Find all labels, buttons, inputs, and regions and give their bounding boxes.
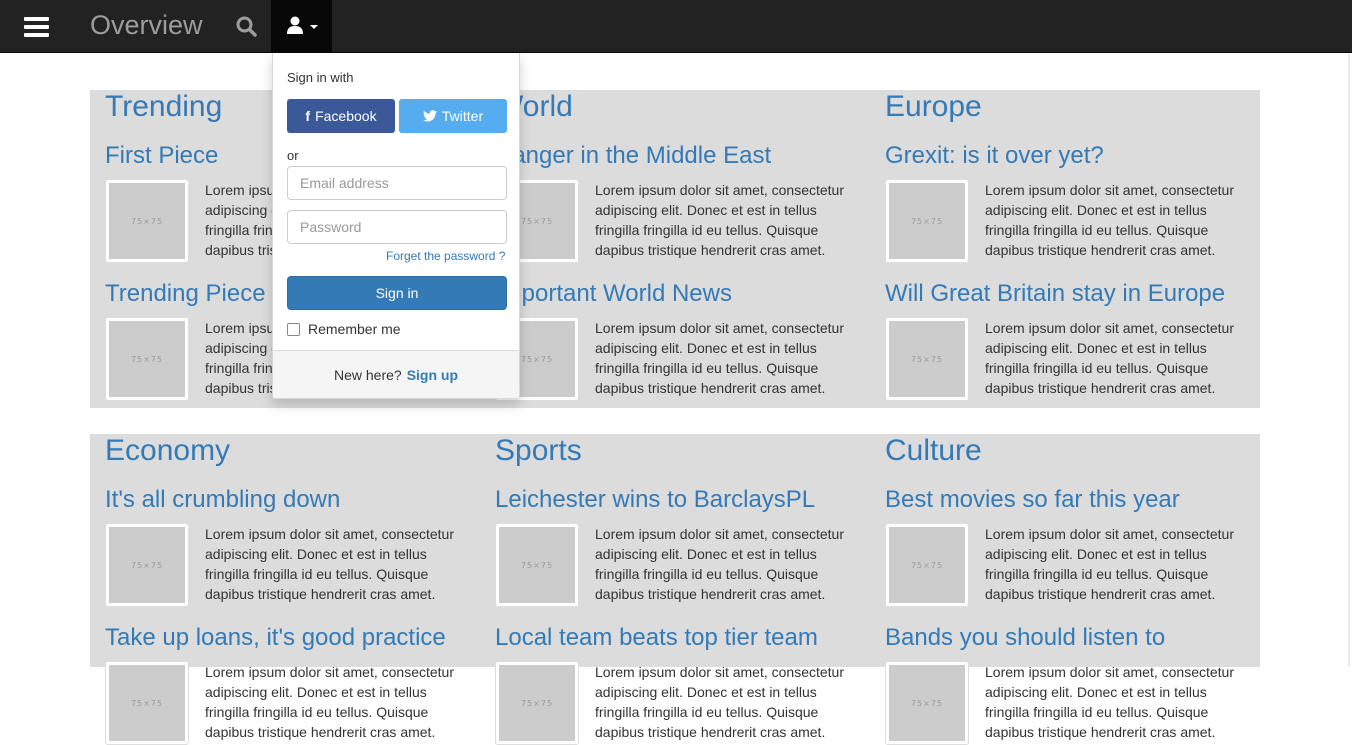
or-divider: or — [287, 148, 299, 163]
search-button[interactable] — [233, 13, 261, 41]
user-icon — [287, 16, 303, 34]
thumbnail-placeholder: 75×75 — [889, 665, 965, 741]
article-title-link[interactable]: It's all crumbling down — [105, 486, 340, 514]
article-thumbnail[interactable]: 75×75 — [885, 317, 969, 401]
article-excerpt: Lorem ipsum dolor sit amet, consectetur … — [595, 320, 844, 396]
twitter-icon — [422, 110, 437, 122]
thumbnail-placeholder: 75×75 — [499, 527, 575, 603]
article-title-link[interactable]: Important World News — [495, 280, 732, 308]
category-title: Culture — [885, 434, 982, 467]
facebook-label: Facebook — [315, 108, 377, 124]
new-here-text: New here? — [333, 366, 402, 383]
article-thumbnail[interactable]: 75×75 — [105, 661, 189, 745]
article-title-link[interactable]: Leichester wins to BarclaysPL — [495, 486, 815, 514]
password-field[interactable] — [287, 210, 507, 244]
article-title-link[interactable]: Local team beats top tier team — [495, 624, 818, 652]
article-thumbnail[interactable]: 75×75 — [105, 317, 189, 401]
article-thumbnail[interactable]: 75×75 — [495, 523, 579, 607]
category-title: Sports — [495, 434, 582, 467]
page-title[interactable]: Overview — [90, 8, 203, 42]
article-title-link[interactable]: First Piece — [105, 142, 218, 170]
article-thumbnail[interactable]: 75×75 — [495, 661, 579, 745]
article-title-link[interactable]: Trending Piece — [105, 280, 266, 308]
article-title-link[interactable]: Will Great Britain stay in Europe — [885, 280, 1225, 308]
article-excerpt: Lorem ipsum dolor sit amet, consectetur … — [985, 320, 1234, 396]
article-excerpt: Lorem ipsum dolor sit amet, consectetur … — [595, 664, 844, 740]
thumbnail-placeholder: 75×75 — [889, 527, 965, 603]
thumbnail-placeholder: 75×75 — [109, 665, 185, 741]
article-excerpt: Lorem ipsum dolor sit amet, consectetur … — [985, 526, 1234, 602]
twitter-label: Twitter — [441, 108, 484, 124]
facebook-icon: f — [305, 108, 311, 124]
remember-me: Remember me — [287, 321, 401, 337]
signup-footer: New here? Sign up — [273, 350, 519, 398]
forgot-password-link[interactable]: Forget the password ? — [386, 249, 505, 263]
article-title-link[interactable]: Grexit: is it over yet? — [885, 142, 1104, 170]
twitter-signin-button[interactable]: Twitter — [399, 99, 507, 133]
hamburger-icon — [23, 13, 49, 41]
remember-me-checkbox[interactable] — [287, 322, 300, 336]
article-excerpt: Lorem ipsum dolor sit amet, consectetur … — [985, 664, 1234, 740]
thumbnail-placeholder: 75×75 — [109, 527, 185, 603]
top-navbar: Overview — [0, 0, 1352, 53]
user-menu-button[interactable] — [271, 0, 332, 53]
category-title: Trending — [105, 90, 223, 123]
article-excerpt: Lorem ipsum dolor sit amet, consectetur … — [205, 664, 454, 740]
thumbnail-placeholder: 75×75 — [889, 183, 965, 259]
signin-button[interactable]: Sign in — [287, 276, 507, 310]
facebook-signin-button[interactable]: f Facebook — [287, 99, 395, 133]
thumbnail-placeholder: 75×75 — [109, 183, 185, 259]
email-field[interactable] — [287, 166, 507, 200]
article-thumbnail[interactable]: 75×75 — [885, 179, 969, 263]
remember-me-label: Remember me — [308, 321, 401, 337]
news-section: Economy It's all crumbling down 75×75 Lorem… — [90, 434, 1260, 745]
article-thumbnail[interactable]: 75×75 — [885, 661, 969, 745]
thumbnail-placeholder: 75×75 — [889, 321, 965, 397]
article-thumbnail[interactable]: 75×75 — [885, 523, 969, 607]
thumbnail-placeholder: 75×75 — [499, 665, 575, 741]
article-excerpt: Lorem ipsum dolor sit amet, consectetur … — [985, 182, 1234, 258]
article-title-link[interactable]: Danger in the Middle East — [495, 142, 771, 170]
article-title-link[interactable]: Bands you should listen to — [885, 624, 1165, 652]
article-title-link[interactable]: Best movies so far this year — [885, 486, 1180, 514]
category-title: Europe — [885, 90, 982, 123]
article-excerpt: Lorem ipsum dolor sit amet, consectetur … — [595, 526, 844, 602]
news-section: Trending First Piece 75×75 Lorem ipsum dolo… — [90, 90, 1260, 408]
article-thumbnail[interactable]: 75×75 — [105, 523, 189, 607]
article-thumbnail[interactable]: 75×75 — [105, 179, 189, 263]
signin-heading: Sign in with — [287, 70, 354, 85]
scrollbar[interactable] — [1348, 53, 1350, 667]
article-excerpt: Lorem ipsum dolor sit amet, consectetur … — [595, 182, 844, 258]
category-title: Economy — [105, 434, 231, 467]
signin-dropdown: Sign in with f Facebook Twitter or Forge… — [272, 53, 520, 399]
article-title-link[interactable]: Take up loans, it's good practice — [105, 624, 446, 652]
article-excerpt: Lorem ipsum dolor sit amet, consectetur … — [205, 526, 454, 602]
signup-link[interactable]: Sign up — [407, 367, 458, 383]
thumbnail-placeholder: 75×75 — [109, 321, 185, 397]
search-icon — [236, 16, 257, 37]
menu-toggle-button[interactable] — [0, 0, 72, 53]
chevron-down-icon — [310, 25, 318, 29]
